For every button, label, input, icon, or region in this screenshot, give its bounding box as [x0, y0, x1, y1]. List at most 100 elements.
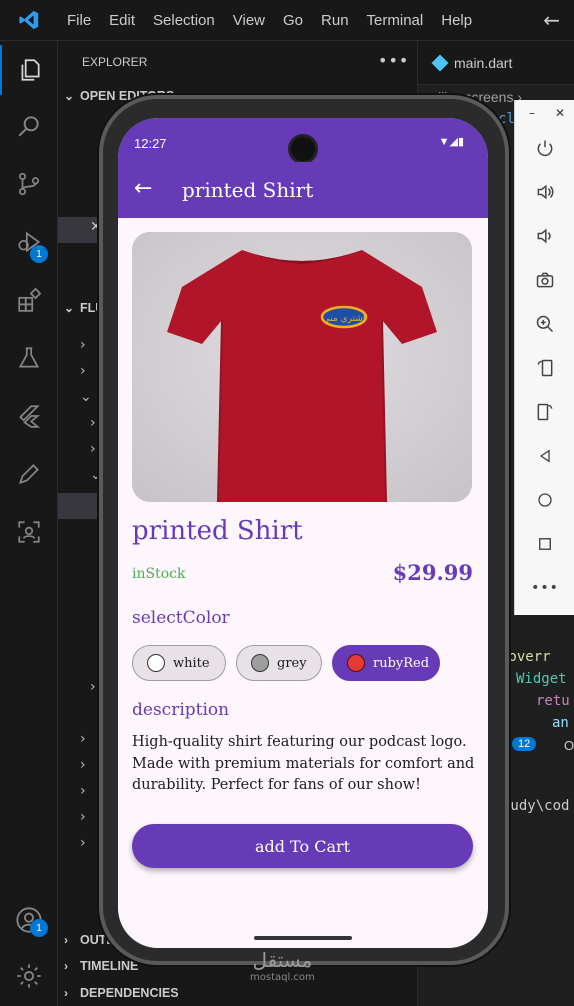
select-color-label: selectColor [132, 608, 230, 628]
tree-chevron-icon[interactable]: › [80, 783, 86, 799]
tree-chevron-icon[interactable]: › [80, 835, 86, 851]
run-debug-icon[interactable] [0, 217, 58, 267]
product-price: $29.99 [392, 560, 473, 585]
problems-badge[interactable]: 12 [512, 737, 537, 751]
stock-status: inStock [132, 566, 186, 582]
front-camera [288, 134, 318, 164]
back-arrow-icon[interactable]: ← [134, 176, 152, 201]
watermark-arabic: مستقل [252, 948, 313, 972]
code-widget: Widget [516, 671, 567, 687]
chip-label: grey [277, 655, 307, 671]
description-text: High-quality shirt featuring our podcast… [132, 734, 475, 793]
app-bar: ← printed Shirt [118, 162, 488, 218]
menu-selection[interactable]: Selection [144, 12, 224, 29]
signal-battery-icon: ▼◢▮ [438, 136, 464, 148]
power-icon[interactable] [515, 130, 574, 166]
code-return: retu [536, 693, 570, 709]
tree-chevron-icon[interactable]: › [80, 337, 86, 353]
accounts-icon[interactable] [0, 895, 58, 945]
shirt-logo-text: اشتري مني [323, 314, 366, 324]
menu-file[interactable]: File [58, 12, 100, 29]
grey-swatch [251, 654, 269, 672]
terminal-path: tudy\cod [502, 798, 570, 814]
white-swatch [147, 654, 165, 672]
dependencies-header[interactable]: › DEPENDENCIES [64, 986, 179, 1000]
back-triangle-icon[interactable] [515, 438, 574, 474]
chevron-right-icon: › [64, 933, 68, 947]
home-indicator[interactable] [254, 936, 352, 940]
emulator-toolbar: – ✕ ••• [514, 100, 574, 615]
more-options-icon[interactable]: ••• [515, 570, 574, 606]
overview-square-icon[interactable] [515, 526, 574, 562]
extensions-icon[interactable] [0, 275, 58, 325]
chevron-right-icon: › [64, 986, 68, 1000]
tree-chevron-icon[interactable]: › [90, 679, 96, 695]
description-label: description [132, 700, 230, 720]
product-title: printed Shirt [132, 516, 303, 546]
tree-chevron-icon[interactable]: › [80, 731, 86, 747]
title-bar: File Edit Selection View Go Run Terminal… [0, 0, 574, 41]
rotate-right-icon[interactable] [515, 394, 574, 430]
testing-flask-icon[interactable] [0, 333, 58, 383]
menu-go[interactable]: Go [274, 12, 312, 29]
edit-pen-icon[interactable] [0, 449, 58, 499]
explorer-title: EXPLORER [82, 55, 148, 69]
chevron-down-icon: ⌄ [64, 301, 75, 315]
code-an: an [552, 715, 569, 731]
tree-chevron-icon[interactable]: › [80, 757, 86, 773]
dependencies-label: DEPENDENCIES [80, 986, 179, 1000]
tree-chevron-icon[interactable]: › [90, 415, 96, 431]
color-chip-grey[interactable]: grey [236, 645, 322, 681]
status-time: 12:27 [134, 136, 167, 151]
remote-explorer-icon[interactable] [0, 507, 58, 557]
menu-edit[interactable]: Edit [100, 12, 144, 29]
minimize-button[interactable]: – [529, 106, 535, 120]
chip-label: white [173, 655, 210, 671]
rubyred-swatch [347, 654, 365, 672]
rotate-left-icon[interactable] [515, 350, 574, 386]
explorer-files-icon[interactable] [0, 45, 58, 95]
menu-terminal[interactable]: Terminal [358, 12, 433, 29]
volume-down-icon[interactable] [515, 218, 574, 254]
tree-chevron-icon[interactable]: › [80, 363, 86, 379]
camera-icon[interactable] [515, 262, 574, 298]
chevron-right-icon: › [64, 959, 68, 973]
run-badge: 1 [30, 245, 48, 263]
tree-chevron-icon[interactable]: ⌄ [80, 389, 92, 405]
dart-file-icon [431, 54, 449, 71]
tab-label: main.dart [454, 54, 513, 71]
menu-view[interactable]: View [224, 12, 274, 29]
status-bar: 12:27 ▼◢▮ [118, 118, 488, 164]
phone-screen: 12:27 ▼◢▮ ← printed Shirt اشتري مني prin… [118, 118, 488, 948]
zoom-icon[interactable] [515, 306, 574, 342]
app-bar-title: printed Shirt [182, 178, 314, 202]
watermark-latin: mostaql.com [250, 972, 315, 983]
tree-chevron-icon[interactable]: › [80, 809, 86, 825]
color-chip-rubyred[interactable]: rubyRed [332, 645, 440, 681]
settings-gear-icon[interactable] [0, 951, 58, 1001]
menu-run[interactable]: Run [312, 12, 358, 29]
watermark: مستقل mostaql.com [250, 948, 315, 983]
volume-up-icon[interactable] [515, 174, 574, 210]
close-button[interactable]: ✕ [555, 106, 565, 120]
panel-tab-label[interactable]: OU [564, 738, 574, 753]
source-control-icon[interactable] [0, 159, 58, 209]
tab-main-dart[interactable]: main.dart [418, 41, 574, 85]
activity-bar: 1 1 [0, 41, 58, 1006]
chevron-down-icon: ⌄ [64, 89, 75, 103]
back-arrow-icon[interactable]: ← [543, 8, 560, 32]
flutter-icon[interactable] [0, 391, 58, 441]
home-circle-icon[interactable] [515, 482, 574, 518]
tree-chevron-icon[interactable]: › [90, 441, 96, 457]
timeline-header[interactable]: › TIMELINE [64, 959, 138, 973]
more-actions-icon[interactable]: ••• [378, 51, 409, 70]
search-icon[interactable] [0, 101, 58, 151]
vscode-logo-icon [0, 0, 58, 41]
accounts-badge: 1 [30, 919, 48, 937]
product-image: اشتري مني [132, 232, 472, 502]
menu-help[interactable]: Help [432, 12, 481, 29]
timeline-label: TIMELINE [80, 959, 139, 973]
add-to-cart-button[interactable]: add To Cart [132, 824, 473, 868]
chip-label: rubyRed [373, 655, 430, 671]
color-chip-white[interactable]: white [132, 645, 226, 681]
